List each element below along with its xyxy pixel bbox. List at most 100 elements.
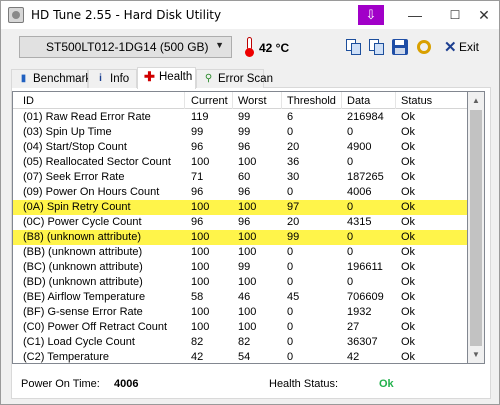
table-cell-worst: 46 xyxy=(238,291,251,303)
magnifier-icon: ⚲ xyxy=(204,73,213,84)
table-cell-id: (09) Power On Hours Count xyxy=(23,186,160,198)
table-cell-current: 42 xyxy=(191,351,204,363)
scroll-down-arrow-icon[interactable]: ▼ xyxy=(468,346,484,363)
table-cell-current: 71 xyxy=(191,171,204,183)
table-row[interactable]: (BB) (unknown attribute) 100 100 0 0 Ok xyxy=(13,245,467,260)
table-cell-id: (0A) Spin Retry Count xyxy=(23,201,131,213)
table-cell-worst: 100 xyxy=(238,246,257,258)
table-cell-current: 100 xyxy=(191,306,210,318)
table-cell-worst: 96 xyxy=(238,216,251,228)
table-cell-id: (BE) Airflow Temperature xyxy=(23,291,146,303)
table-row[interactable]: (0A) Spin Retry Count 100 100 97 0 Ok xyxy=(13,200,467,215)
window-title: HD Tune 2.55 - Hard Disk Utility xyxy=(31,8,222,22)
table-header: ID Current Worst Threshold Data Status xyxy=(13,92,467,109)
table-cell-data: 4006 xyxy=(347,186,372,198)
table-cell-current: 96 xyxy=(191,141,204,153)
table-row[interactable]: (04) Start/Stop Count 96 96 20 4900 Ok xyxy=(13,140,467,155)
table-cell-id: (BB) (unknown attribute) xyxy=(23,246,143,258)
table-row[interactable]: (BF) G-sense Error Rate 100 100 0 1932 Ok xyxy=(13,305,467,320)
column-header-id[interactable]: ID xyxy=(23,95,34,107)
table-cell-id: (01) Raw Read Error Rate xyxy=(23,111,151,123)
tab-health[interactable]: ✚ Health xyxy=(137,67,196,89)
download-button[interactable]: ⇩ xyxy=(358,5,384,25)
drive-select[interactable]: ST500LT012-1DG14 (500 GB) ▼ xyxy=(19,36,232,58)
save-button[interactable] xyxy=(391,38,409,56)
table-row[interactable]: (09) Power On Hours Count 96 96 0 4006 Ok xyxy=(13,185,467,200)
scrollbar-thumb[interactable] xyxy=(470,110,482,346)
table-cell-data: 0 xyxy=(347,201,354,213)
table-cell-current: 100 xyxy=(191,246,210,258)
column-header-worst[interactable]: Worst xyxy=(238,95,267,107)
table-cell-data: 42 xyxy=(347,351,360,363)
table-cell-worst: 100 xyxy=(238,306,257,318)
table-row[interactable]: (C0) Power Off Retract Count 100 100 0 27 Ok xyxy=(13,320,467,335)
chevron-down-icon: ▼ xyxy=(215,40,224,50)
table-cell-worst: 54 xyxy=(238,351,251,363)
column-header-threshold[interactable]: Threshold xyxy=(287,95,336,107)
scroll-up-arrow-icon[interactable]: ▲ xyxy=(468,92,484,109)
floppy-disk-icon xyxy=(392,39,408,55)
table-cell-threshold: 0 xyxy=(287,126,294,138)
tab-info[interactable]: i Info xyxy=(88,69,137,88)
table-cell-status: Ok xyxy=(401,201,416,213)
table-cell-threshold: 0 xyxy=(287,246,294,258)
health-cross-icon: ✚ xyxy=(144,69,155,84)
copy-screenshot-button[interactable] xyxy=(368,38,386,56)
table-cell-status: Ok xyxy=(401,186,416,198)
drive-select-value: ST500LT012-1DG14 (500 GB) xyxy=(46,40,209,54)
table-row[interactable]: (0C) Power Cycle Count 96 96 20 4315 Ok xyxy=(13,215,467,230)
table-cell-status: Ok xyxy=(401,306,416,318)
table-row[interactable]: (05) Reallocated Sector Count 100 100 36 0 Ok xyxy=(13,155,467,170)
table-row[interactable]: (01) Raw Read Error Rate 119 99 6 216984 Ok xyxy=(13,110,467,125)
table-cell-threshold: 6 xyxy=(287,111,294,123)
table-cell-current: 100 xyxy=(191,321,210,333)
table-cell-threshold: 97 xyxy=(287,201,300,213)
table-row[interactable]: (C2) Temperature 42 54 0 42 Ok xyxy=(13,350,467,363)
close-button[interactable]: ✕ xyxy=(469,1,499,29)
table-cell-data: 0 xyxy=(347,126,354,138)
table-cell-worst: 100 xyxy=(238,276,257,288)
copy-text-button[interactable] xyxy=(345,38,363,56)
table-cell-status: Ok xyxy=(401,171,416,183)
table-row[interactable]: (B8) (unknown attribute) 100 100 99 0 Ok xyxy=(13,230,467,245)
table-row[interactable]: (BC) (unknown attribute) 100 99 0 196611 Ok xyxy=(13,260,467,275)
table-row[interactable]: (03) Spin Up Time 99 99 0 0 Ok xyxy=(13,125,467,140)
power-on-time-label: Power On Time: xyxy=(21,378,100,390)
table-cell-status: Ok xyxy=(401,261,416,273)
exit-label: Exit xyxy=(459,40,480,54)
table-cell-threshold: 0 xyxy=(287,336,294,348)
table-row[interactable]: (07) Seek Error Rate 71 60 30 187265 Ok xyxy=(13,170,467,185)
table-cell-worst: 99 xyxy=(238,126,251,138)
tab-label: Benchmark xyxy=(33,73,92,85)
table-cell-worst: 100 xyxy=(238,201,257,213)
table-row[interactable]: (BD) (unknown attribute) 100 100 0 0 Ok xyxy=(13,275,467,290)
table-cell-status: Ok xyxy=(401,351,416,363)
table-cell-status: Ok xyxy=(401,141,416,153)
tab-error-scan[interactable]: ⚲ Error Scan xyxy=(196,69,273,88)
table-cell-id: (04) Start/Stop Count xyxy=(23,141,127,153)
table-cell-current: 96 xyxy=(191,186,204,198)
table-cell-worst: 96 xyxy=(238,141,251,153)
options-button[interactable] xyxy=(415,38,433,56)
smart-attributes-table[interactable]: ID Current Worst Threshold Data Status (… xyxy=(12,91,468,364)
table-cell-status: Ok xyxy=(401,231,416,243)
table-cell-current: 119 xyxy=(191,111,209,123)
column-header-data[interactable]: Data xyxy=(347,95,370,107)
table-cell-current: 96 xyxy=(191,216,204,228)
table-cell-id: (BF) G-sense Error Rate xyxy=(23,306,143,318)
table-row[interactable]: (C1) Load Cycle Count 82 82 0 36307 Ok xyxy=(13,335,467,350)
exit-button[interactable]: ✕ Exit xyxy=(440,37,484,57)
table-cell-data: 27 xyxy=(347,321,360,333)
table-cell-threshold: 20 xyxy=(287,141,300,153)
vertical-scrollbar[interactable]: ▲ ▼ xyxy=(468,91,485,364)
table-cell-worst: 99 xyxy=(238,111,251,123)
options-wrench-icon xyxy=(417,40,431,54)
column-header-current[interactable]: Current xyxy=(191,95,228,107)
column-header-status[interactable]: Status xyxy=(401,95,432,107)
table-cell-id: (05) Reallocated Sector Count xyxy=(23,156,171,168)
table-row[interactable]: (BE) Airflow Temperature 58 46 45 706609 Ok xyxy=(13,290,467,305)
temperature-readout: 42 °C xyxy=(259,41,290,55)
title-bar[interactable]: HD Tune 2.55 - Hard Disk Utility ⇩ — ☐ ✕ xyxy=(1,1,499,29)
tab-benchmark[interactable]: ▮ Benchmark xyxy=(11,69,92,88)
table-cell-worst: 100 xyxy=(238,156,257,168)
